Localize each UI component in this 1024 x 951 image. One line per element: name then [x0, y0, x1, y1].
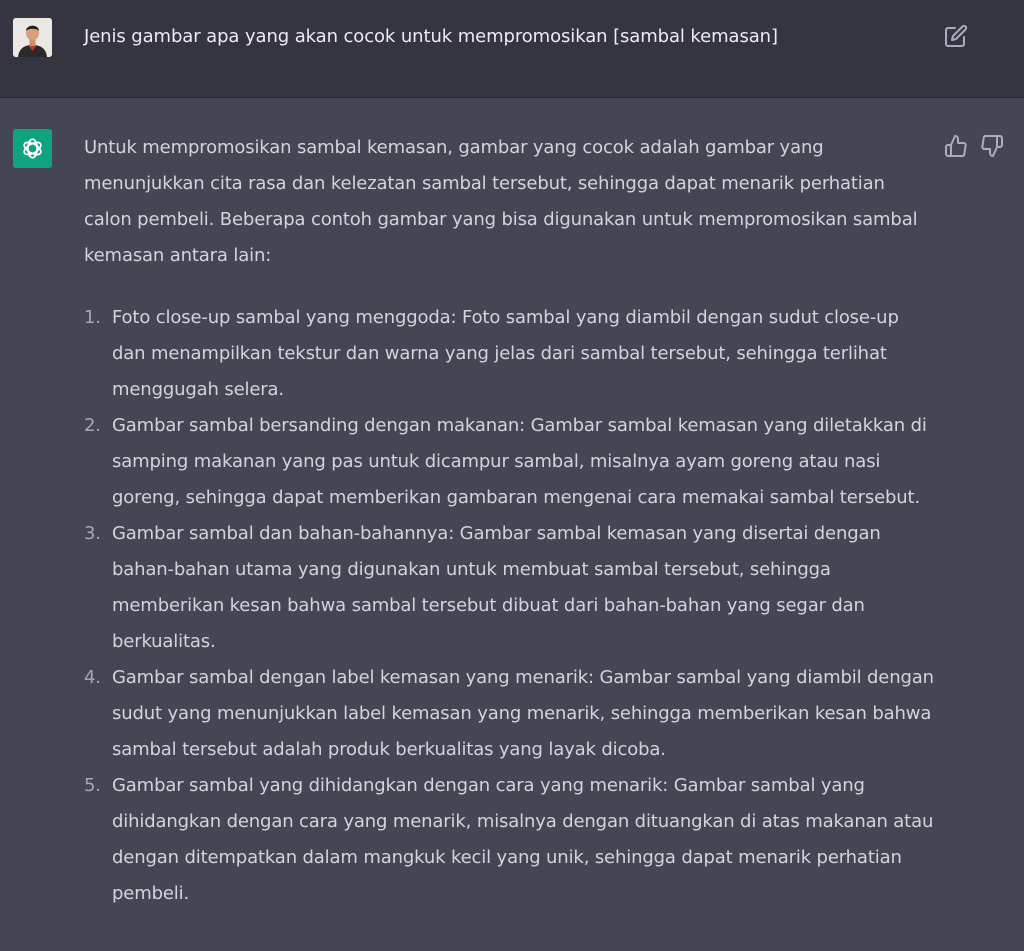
- user-message-row: Jenis gambar apa yang akan cocok untuk m…: [0, 0, 1024, 98]
- list-item-number: 3.: [84, 523, 101, 544]
- list-item-number: 5.: [84, 775, 101, 796]
- thumbs-down-icon: [981, 135, 1003, 157]
- user-photo-avatar-icon: [13, 18, 52, 57]
- thumbs-up-icon: [945, 135, 967, 157]
- edit-message-button[interactable]: [944, 24, 968, 48]
- user-message-text: Jenis gambar apa yang akan cocok untuk m…: [84, 26, 778, 47]
- openai-logo-icon: [23, 138, 42, 159]
- response-list: 1. Foto close-up sambal yang menggoda: F…: [84, 300, 934, 912]
- list-item-text: Gambar sambal dan bahan-bahannya: Gambar…: [112, 523, 881, 652]
- assistant-response: Untuk mempromosikan sambal kemasan, gamb…: [84, 130, 934, 912]
- list-item-text: Gambar sambal dengan label kemasan yang …: [112, 667, 934, 760]
- thumbs-down-button[interactable]: [980, 134, 1004, 158]
- list-item-text: Gambar sambal bersanding dengan makanan:…: [112, 415, 927, 508]
- list-item: 2. Gambar sambal bersanding dengan makan…: [84, 408, 934, 516]
- list-item: 4. Gambar sambal dengan label kemasan ya…: [84, 660, 934, 768]
- list-item-number: 4.: [84, 667, 101, 688]
- list-item-text: Gambar sambal yang dihidangkan dengan ca…: [112, 775, 934, 904]
- edit-pencil-icon: [945, 24, 968, 47]
- list-item-number: 2.: [84, 415, 101, 436]
- thumbs-up-button[interactable]: [944, 134, 968, 158]
- assistant-avatar: [13, 129, 52, 168]
- list-item: 5. Gambar sambal yang dihidangkan dengan…: [84, 768, 934, 912]
- list-item-number: 1.: [84, 307, 101, 328]
- user-avatar: [13, 18, 52, 57]
- assistant-message-row: Untuk mempromosikan sambal kemasan, gamb…: [0, 98, 1024, 951]
- list-item: 3. Gambar sambal dan bahan-bahannya: Gam…: [84, 516, 934, 660]
- response-intro: Untuk mempromosikan sambal kemasan, gamb…: [84, 137, 918, 266]
- list-item-text: Foto close-up sambal yang menggoda: Foto…: [112, 307, 899, 400]
- list-item: 1. Foto close-up sambal yang menggoda: F…: [84, 300, 934, 408]
